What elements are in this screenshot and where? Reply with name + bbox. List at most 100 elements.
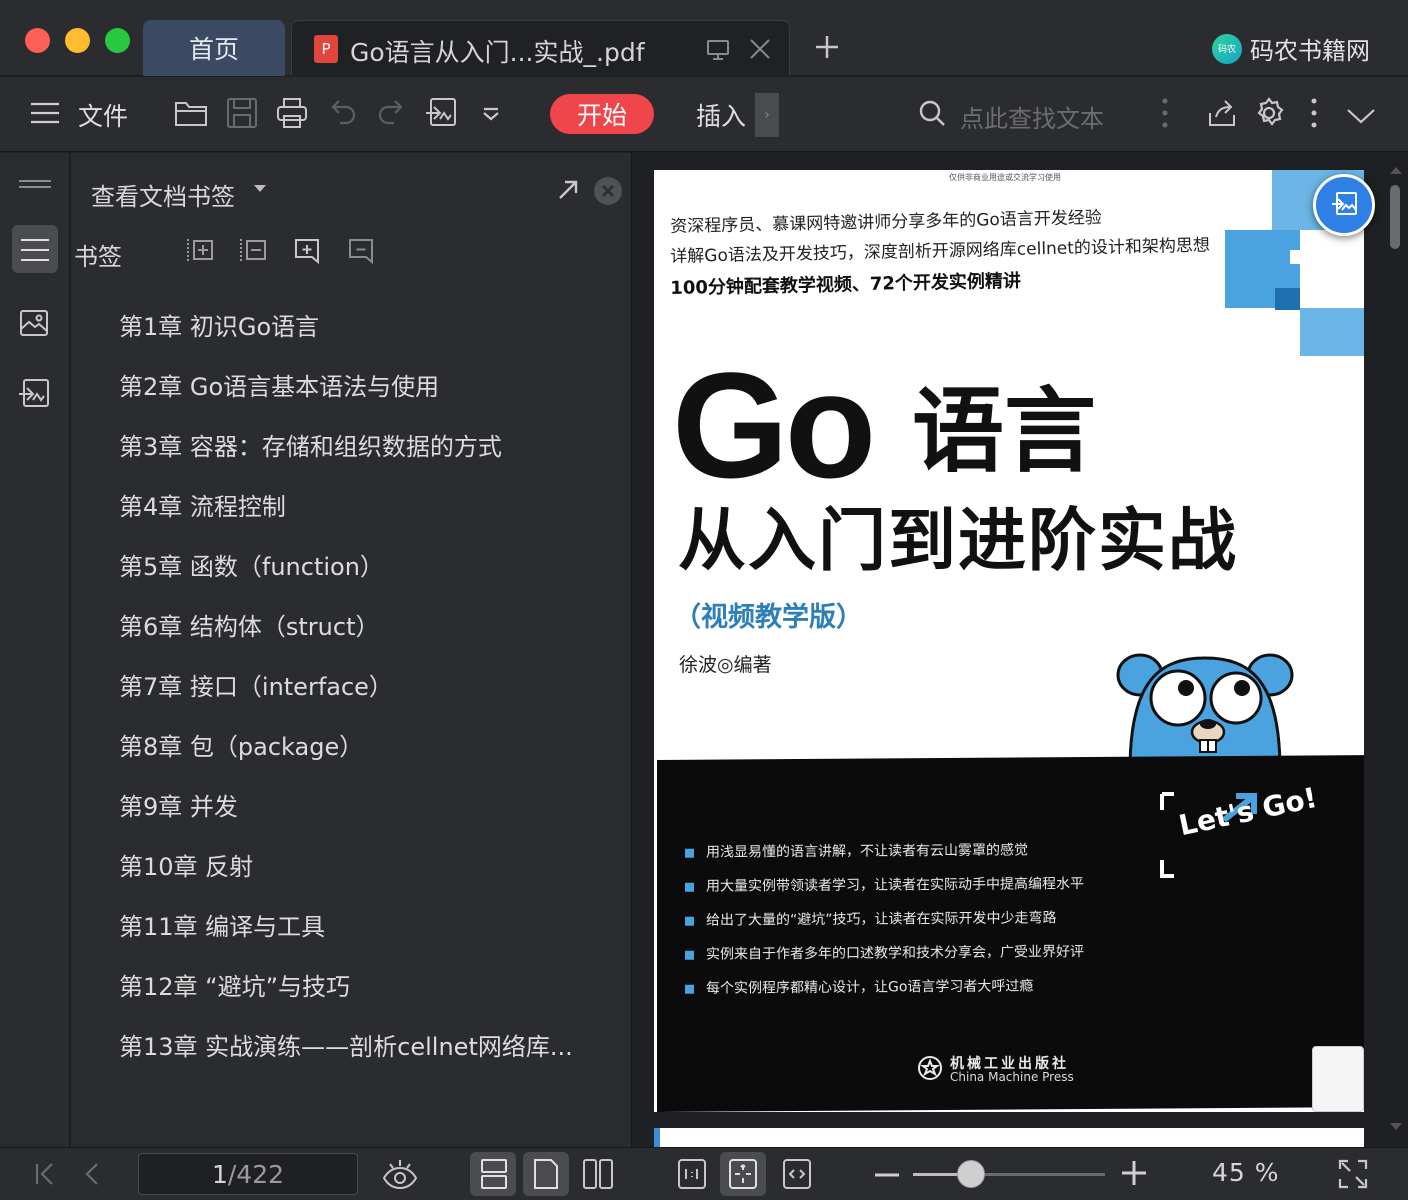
fullscreen-icon[interactable] [1338, 1159, 1368, 1189]
first-page-icon[interactable] [34, 1162, 56, 1186]
caret-down-icon[interactable] [254, 185, 266, 192]
expand-all-icon[interactable] [186, 237, 214, 265]
undo-icon[interactable] [328, 97, 358, 127]
total-pages: /422 [227, 1159, 285, 1189]
bookmark-list-icon[interactable] [21, 237, 49, 263]
publisher-name-en: China Machine Press [950, 1070, 1074, 1084]
zoom-slider-handle[interactable] [956, 1160, 985, 1188]
bookmark-item[interactable]: 第1章 初识Go语言 [119, 297, 619, 357]
scroll-up-arrow-icon[interactable] [1390, 167, 1402, 174]
reading-mode-eye-icon[interactable] [382, 1158, 418, 1190]
window-maximize-button[interactable] [105, 28, 130, 53]
zoom-level[interactable]: 45 % [1212, 1158, 1280, 1187]
vertical-scrollbar[interactable] [1385, 163, 1405, 1133]
save-icon[interactable] [226, 97, 258, 129]
close-panel-button[interactable] [594, 177, 622, 205]
fit-width-icon[interactable] [782, 1158, 812, 1190]
chevron-down-icon[interactable] [482, 107, 500, 121]
zoom-in-icon[interactable] [1121, 1160, 1147, 1186]
cover-top-note: 仅供非商业用途或交流学习使用 [949, 173, 1061, 182]
export-icon[interactable] [424, 97, 458, 131]
tab-document-title: Go语言从入门...实战_.pdf [350, 38, 645, 67]
brand-name: 码农书籍网 [1250, 37, 1370, 65]
tab-home-label: 首页 [188, 35, 239, 64]
fit-page-icon[interactable] [728, 1158, 758, 1190]
double-page-icon[interactable] [582, 1158, 614, 1190]
ribbon-scroll-right-button[interactable]: › [755, 93, 779, 137]
tab-document[interactable]: P Go语言从入门...实战_.pdf [291, 20, 790, 76]
more-vertical-icon[interactable] [1160, 97, 1170, 129]
redo-icon[interactable] [376, 97, 406, 127]
floating-export-button[interactable] [1313, 174, 1375, 236]
more-vertical-icon[interactable] [1309, 97, 1319, 129]
brand-logo-icon: 码农 [1212, 33, 1242, 64]
side-rail [0, 153, 70, 1147]
bookmark-item[interactable]: 第8章 包（package） [119, 717, 619, 777]
pop-out-arrow-icon[interactable] [557, 179, 579, 201]
bookmark-item[interactable]: 第2章 Go语言基本语法与使用 [119, 357, 619, 417]
cover-bullet: 实例来自于作者多年的口述教学和技术分享会，广受业界好评 [685, 941, 1084, 964]
status-bar: 1/422 45 % [0, 1147, 1408, 1200]
tab-start-button[interactable]: 开始 [550, 94, 654, 134]
window-minimize-button[interactable] [65, 28, 90, 53]
cover-title-go: Go [672, 341, 876, 509]
single-page-icon[interactable] [533, 1158, 559, 1190]
tab-home[interactable]: 首页 [143, 20, 285, 76]
cover-tagline-2: 详解Go语法及开发技巧，深度剖析开源网络库cellnet的设计和架构思想 [670, 235, 1211, 267]
bookmark-list: 第1章 初识Go语言 第2章 Go语言基本语法与使用 第3章 容器：存储和组织数… [119, 297, 619, 1077]
cover-decoration [1290, 250, 1304, 264]
collapse-panel-icon[interactable] [19, 179, 51, 189]
annotation-export-icon[interactable] [17, 378, 51, 412]
bookmark-item[interactable]: 第7章 接口（interface） [119, 657, 619, 717]
file-menu[interactable]: 文件 [78, 97, 128, 133]
bookmarks-label: 书签 [74, 243, 122, 271]
actual-size-icon[interactable] [677, 1158, 707, 1190]
bookmark-item[interactable]: 第13章 实战演练——剖析cellnet网络库... [119, 1017, 619, 1077]
cover-bullet: 每个实例程序都精心设计，让Go语言学习者大呼过瘾 [685, 975, 1033, 997]
export-image-icon [1332, 192, 1357, 215]
bookmark-item[interactable]: 第10章 反射 [119, 837, 619, 897]
document-viewport[interactable]: 仅供非商业用途或交流学习使用 资深程序员、慕课网特邀讲师分享多年的Go语言开发经… [633, 153, 1408, 1147]
pdf-file-icon: P [314, 35, 338, 63]
scroll-down-arrow-icon[interactable] [1390, 1123, 1402, 1130]
bookmark-item[interactable]: 第5章 函数（function） [119, 537, 619, 597]
open-folder-icon[interactable] [174, 97, 208, 129]
search-icon[interactable] [918, 99, 946, 127]
barcode-sticker [1312, 1046, 1364, 1112]
cover-title-yuyan: 语言 [912, 378, 1097, 485]
hamburger-menu-icon[interactable] [30, 101, 60, 125]
chevron-down-icon[interactable] [1346, 107, 1376, 125]
delete-bookmark-icon[interactable] [347, 237, 375, 265]
scrollbar-thumb[interactable] [1390, 185, 1400, 249]
bookmark-item[interactable]: 第4章 流程控制 [119, 477, 619, 537]
share-icon[interactable] [1206, 97, 1238, 129]
window-close-button[interactable] [25, 28, 50, 53]
cover-subtitle: 从入门到进阶实战 [678, 502, 1239, 581]
new-tab-plus-icon[interactable] [814, 34, 840, 60]
bookmark-item[interactable]: 第12章 “避坑”与技巧 [119, 957, 619, 1017]
continuous-scroll-icon[interactable] [480, 1158, 508, 1190]
thumbnail-image-icon[interactable] [19, 309, 49, 337]
previous-page-icon[interactable] [84, 1162, 100, 1186]
brand[interactable]: 码农 码农书籍网 [1212, 31, 1370, 66]
bookmark-item[interactable]: 第6章 结构体（struct） [119, 597, 619, 657]
add-bookmark-icon[interactable] [293, 237, 321, 265]
bookmark-item[interactable]: 第3章 容器：存储和组织数据的方式 [119, 417, 619, 477]
close-tab-icon[interactable] [748, 37, 772, 61]
gopher-mascot-icon [1116, 653, 1294, 770]
zoom-out-icon[interactable] [874, 1172, 900, 1178]
publisher-logo-icon [918, 1056, 942, 1080]
panel-title[interactable]: 查看文档书签 [91, 177, 235, 212]
collapse-all-icon[interactable] [239, 237, 267, 265]
cover-author: 徐波◎编著 [679, 654, 772, 676]
search-input[interactable]: 点此查找文本 [960, 99, 1104, 134]
bookmark-item[interactable]: 第9章 并发 [119, 777, 619, 837]
zoom-slider[interactable] [913, 1160, 1105, 1188]
settings-gear-icon[interactable] [1253, 97, 1285, 129]
cover-bullet: 用大量实例带领读者学习，让读者在实际动手中提高编程水平 [685, 873, 1084, 896]
print-icon[interactable] [276, 97, 308, 129]
screen-icon[interactable] [706, 39, 730, 61]
tab-insert[interactable]: 插入 [696, 97, 746, 133]
page-number-input[interactable]: 1/422 [138, 1153, 358, 1195]
bookmark-item[interactable]: 第11章 编译与工具 [119, 897, 619, 957]
